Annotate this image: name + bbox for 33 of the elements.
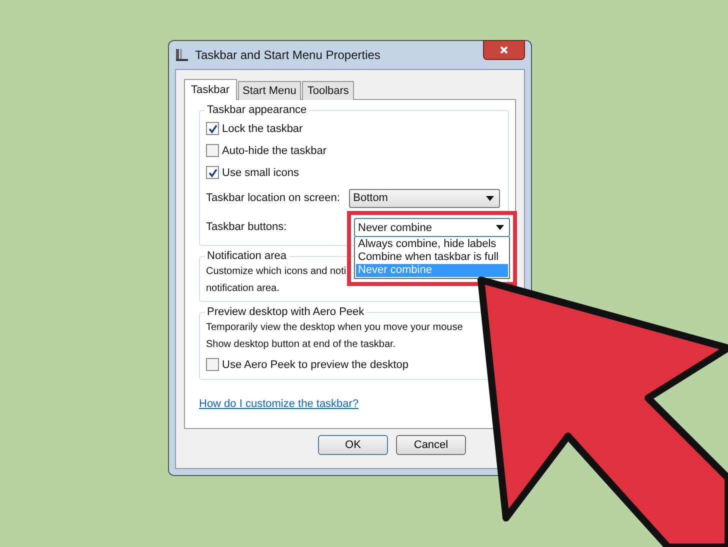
dialog-button[interactable]: OK: [318, 435, 388, 455]
close-icon: [499, 45, 509, 55]
dropdown-label: Taskbar buttons:: [206, 221, 288, 233]
checkbox[interactable]: [206, 166, 219, 179]
checkbox[interactable]: [206, 122, 219, 135]
description-text: Temporarily view the desktop when you move your mouse: [206, 322, 463, 334]
description-text: notification area.: [206, 283, 280, 295]
group-title: Notification area: [205, 250, 288, 262]
group-title: Preview desktop with Aero Peek: [205, 306, 366, 318]
checkbox[interactable]: [206, 358, 219, 371]
checkbox[interactable]: [206, 144, 219, 157]
caret-icon: [496, 225, 504, 230]
dropdown-option[interactable]: Combine when taskbar is full: [356, 251, 508, 264]
checkbox-label: Lock the taskbar: [222, 122, 303, 134]
checkbox-label: Auto-hide the taskbar: [222, 144, 327, 156]
tab[interactable]: Start Menu: [238, 81, 302, 100]
close-button[interactable]: [483, 40, 525, 60]
description-text: Customize which icons and noti: [206, 266, 346, 278]
description-text: Show desktop button at end of the taskbar.: [206, 339, 396, 351]
tab[interactable]: Taskbar: [184, 79, 237, 100]
group-title: Taskbar appearance: [205, 104, 309, 116]
dialog-button[interactable]: Cancel: [396, 435, 466, 455]
tab[interactable]: Toolbars: [302, 81, 354, 100]
dropdown[interactable]: Bottom: [349, 188, 500, 208]
dropdown-label: Taskbar location on screen:: [206, 192, 341, 204]
dropdown[interactable]: Never combine: [354, 218, 510, 237]
checkbox-label: Use Aero Peek to preview the desktop: [222, 358, 408, 370]
caret-icon: [486, 196, 494, 200]
help-link[interactable]: How do I customize the taskbar?: [199, 398, 359, 410]
checkbox-label: Use small icons: [222, 166, 300, 178]
window-title: Taskbar and Start Menu Properties: [195, 48, 382, 62]
dropdown-option[interactable]: Always combine, hide labels: [356, 238, 508, 251]
taskbar-icon: [175, 48, 189, 62]
